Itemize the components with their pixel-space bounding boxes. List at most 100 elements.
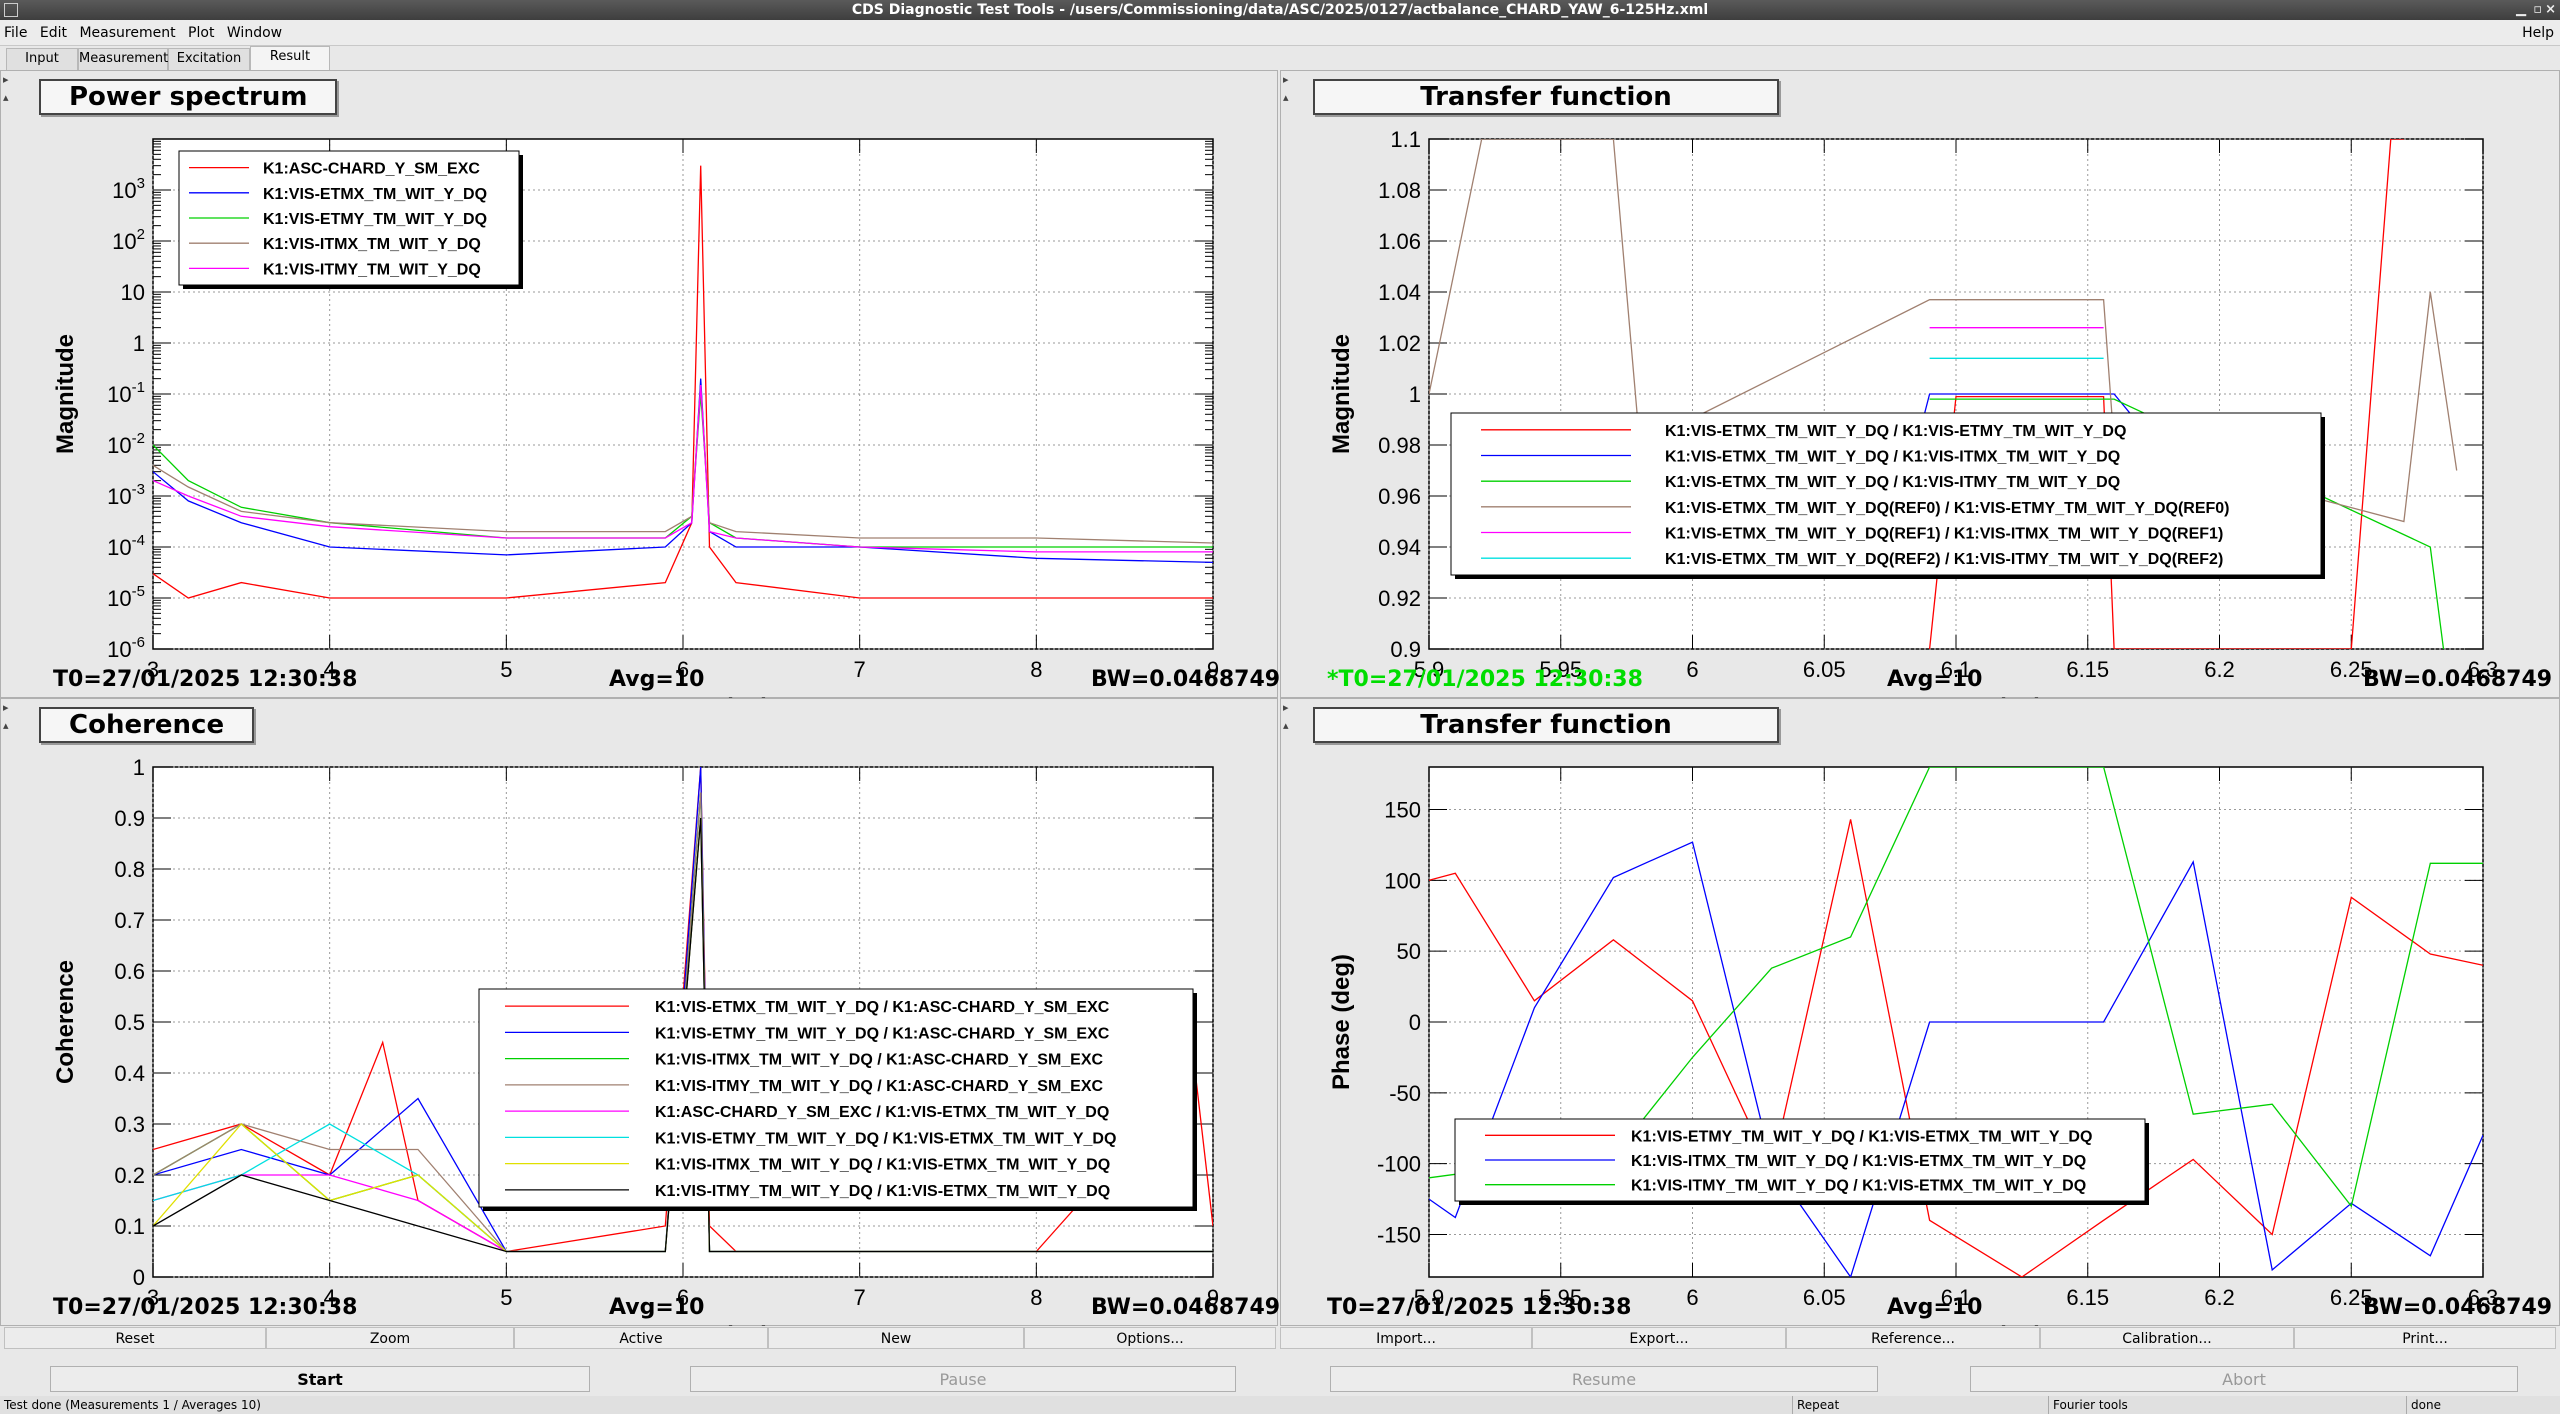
- close-icon[interactable]: ×: [2545, 0, 2556, 20]
- pause-button[interactable]: Pause: [690, 1366, 1236, 1392]
- legend-entry: K1:VIS-ITMX_TM_WIT_Y_DQ: [263, 236, 481, 253]
- y-tick-label: 0.2: [114, 1163, 145, 1188]
- y-tick-label: -50: [1389, 1081, 1421, 1106]
- active-button[interactable]: Active: [514, 1327, 768, 1349]
- options-button[interactable]: Options...: [1024, 1327, 1276, 1349]
- t0-label: T0=27/01/2025 12:30:38: [53, 1295, 358, 1320]
- transfer-phase-plot[interactable]: 5.9 5.95 6 6.05 6.1 6.15 6.2 6.25 6.3-150-100-50…: [1281, 699, 2560, 1327]
- x-tick-label: 8: [1030, 657, 1042, 682]
- legend-entry: K1:VIS-ITMX_TM_WIT_Y_DQ / K1:VIS-ETMX_TM…: [1631, 1153, 2086, 1170]
- print-button[interactable]: Print...: [2294, 1327, 2556, 1349]
- y-tick-label: 0.5: [114, 1010, 145, 1035]
- y-axis-label: Coherence: [52, 960, 79, 1084]
- y-tick-label: 1.1: [1390, 127, 1421, 152]
- bw-label: BW=0.0468749: [1091, 667, 1281, 692]
- avg-label: Avg=10: [1887, 1295, 1983, 1320]
- y-tick-label: 0.3: [114, 1112, 145, 1137]
- y-tick-label: 50: [1397, 939, 1421, 964]
- y-tick-label: 0.9: [1390, 637, 1421, 662]
- y-tick-label: 103: [112, 175, 145, 203]
- y-axis-label: Phase (deg): [1328, 954, 1355, 1090]
- menu-measurement[interactable]: Measurement: [75, 20, 179, 46]
- y-tick-label: 1: [133, 331, 145, 356]
- legend-entry: K1:VIS-ETMY_TM_WIT_Y_DQ / K1:VIS-ETMX_TM…: [655, 1130, 1116, 1147]
- minimize-icon[interactable]: ▁: [2516, 0, 2526, 20]
- y-tick-label: 0.4: [114, 1061, 145, 1086]
- y-tick-label: 10-3: [107, 481, 145, 509]
- y-tick-label: 10-5: [107, 583, 145, 611]
- y-tick-label: 102: [112, 226, 145, 254]
- reference-button[interactable]: Reference...: [1786, 1327, 2040, 1349]
- legend-entry: K1:VIS-ETMX_TM_WIT_Y_DQ / K1:VIS-ETMY_TM…: [1665, 423, 2126, 440]
- tab-input[interactable]: Input: [6, 48, 78, 70]
- legend-entry: K1:VIS-ETMY_TM_WIT_Y_DQ: [263, 211, 487, 228]
- y-tick-label: 1.06: [1378, 229, 1421, 254]
- legend-entry: K1:VIS-ETMX_TM_WIT_Y_DQ(REF2) / K1:VIS-I…: [1665, 551, 2223, 568]
- calibration-button[interactable]: Calibration...: [2040, 1327, 2294, 1349]
- menu-help[interactable]: Help: [2522, 20, 2554, 46]
- menu-edit[interactable]: Edit: [36, 20, 71, 46]
- legend-entry: K1:VIS-ETMX_TM_WIT_Y_DQ: [263, 186, 487, 203]
- y-tick-label: 1.08: [1378, 178, 1421, 203]
- power-spectrum-plot[interactable]: 3 4 5 6 7 8 910-610-510-410-310-210-1110102103…: [1, 71, 1279, 699]
- resume-button[interactable]: Resume: [1330, 1366, 1878, 1392]
- reset-button[interactable]: Reset: [4, 1327, 266, 1349]
- menu-plot[interactable]: Plot: [184, 20, 218, 46]
- menu-file[interactable]: File: [0, 20, 31, 46]
- tab-measurement[interactable]: Measurement: [78, 48, 168, 70]
- x-tick-label: 6.15: [2066, 1285, 2109, 1310]
- t0-label: T0=27/01/2025 12:30:38: [53, 667, 358, 692]
- legend-entry: K1:VIS-ITMY_TM_WIT_Y_DQ / K1:ASC-CHARD_Y…: [655, 1078, 1104, 1095]
- pad-power-spectrum[interactable]: ▸ ▴ Power spectrum 3 4 5 6 7 8 9 10-6 10-5 10-4 10…: [0, 70, 1281, 699]
- y-tick-label: 0: [1409, 1010, 1421, 1035]
- legend-entry: K1:VIS-ETMX_TM_WIT_Y_DQ(REF0) / K1:VIS-E…: [1665, 500, 2230, 517]
- legend-entry: K1:ASC-CHARD_Y_SM_EXC: [263, 161, 480, 178]
- start-button[interactable]: Start: [50, 1366, 590, 1392]
- t0-label: *T0=27/01/2025 12:30:38: [1327, 667, 1643, 692]
- tab-excitation[interactable]: Excitation: [168, 48, 250, 70]
- pad-coherence[interactable]: ▸ ▴ Coherence 3 4 5 6 7 8 9 0 0.1 0.2 0.3 0.4 0.5 0.6…: [0, 698, 1281, 1327]
- y-tick-label: 100: [1384, 868, 1421, 893]
- legend-entry: K1:ASC-CHARD_Y_SM_EXC / K1:VIS-ETMX_TM_W…: [655, 1104, 1109, 1121]
- bw-label: BW=0.0468749: [2363, 1295, 2553, 1320]
- legend-entry: K1:VIS-ITMX_TM_WIT_Y_DQ / K1:VIS-ETMX_TM…: [655, 1157, 1110, 1174]
- status-state: done: [2406, 1396, 2441, 1414]
- zoom-button[interactable]: Zoom: [266, 1327, 514, 1349]
- y-axis-label: Magnitude: [52, 334, 79, 454]
- menu-bar: File Edit Measurement Plot Window Help: [0, 20, 2560, 46]
- legend-entry: K1:VIS-ITMY_TM_WIT_Y_DQ: [263, 261, 481, 278]
- y-tick-label: 1: [133, 755, 145, 780]
- tab-bar: Input Measurement Excitation Result: [0, 46, 2560, 70]
- y-tick-label: 0.96: [1378, 484, 1421, 509]
- legend-box: [478, 988, 1194, 1208]
- bw-label: BW=0.0468749: [1091, 1295, 1281, 1320]
- legend-entry: K1:VIS-ETMX_TM_WIT_Y_DQ / K1:VIS-ITMY_TM…: [1665, 474, 2120, 491]
- title-bar: CDS Diagnostic Test Tools - /users/Commi…: [0, 0, 2560, 20]
- control-bar: Start Pause Resume Abort: [0, 1366, 2560, 1394]
- new-button[interactable]: New: [768, 1327, 1024, 1349]
- import-button[interactable]: Import...: [1280, 1327, 1532, 1349]
- y-tick-label: 0.1: [114, 1214, 145, 1239]
- status-repeat: Repeat: [1792, 1396, 1839, 1414]
- pad-transfer-magnitude[interactable]: ▸ ▴ Transfer function 5.9 5.95 6 6.05 6.1 6.1…: [1280, 70, 2560, 699]
- export-button[interactable]: Export...: [1532, 1327, 1786, 1349]
- y-tick-label: -100: [1377, 1152, 1421, 1177]
- coherence-plot[interactable]: 345678900.10.20.30.40.50.60.70.80.91Freq…: [1, 699, 1279, 1327]
- window-icon[interactable]: [4, 3, 18, 17]
- legend-entry: K1:VIS-ITMY_TM_WIT_Y_DQ / K1:VIS-ETMX_TM…: [655, 1183, 1110, 1200]
- maximize-icon[interactable]: ▫: [2533, 0, 2542, 20]
- y-tick-label: 1.02: [1378, 331, 1421, 356]
- x-tick-label: 6.05: [1803, 657, 1846, 682]
- y-tick-label: 0.94: [1378, 535, 1421, 560]
- y-tick-label: 0: [133, 1265, 145, 1290]
- x-tick-label: 7: [854, 1285, 866, 1310]
- legend-entry: K1:VIS-ITMX_TM_WIT_Y_DQ / K1:ASC-CHARD_Y…: [655, 1052, 1104, 1069]
- window-title: CDS Diagnostic Test Tools - /users/Commi…: [851, 2, 1709, 18]
- menu-window[interactable]: Window: [223, 20, 286, 46]
- abort-button[interactable]: Abort: [1970, 1366, 2518, 1392]
- transfer-magnitude-plot[interactable]: 5.9 5.95 6 6.05 6.1 6.15 6.2 6.25 6.30.90.920.94…: [1281, 71, 2560, 699]
- tab-result[interactable]: Result: [250, 46, 330, 70]
- pad-transfer-phase[interactable]: ▸ ▴ Transfer function 5.9 5.95 6 6.05 6.1 6.1…: [1280, 698, 2560, 1327]
- y-tick-label: 10-1: [107, 379, 145, 407]
- x-tick-label: 7: [854, 657, 866, 682]
